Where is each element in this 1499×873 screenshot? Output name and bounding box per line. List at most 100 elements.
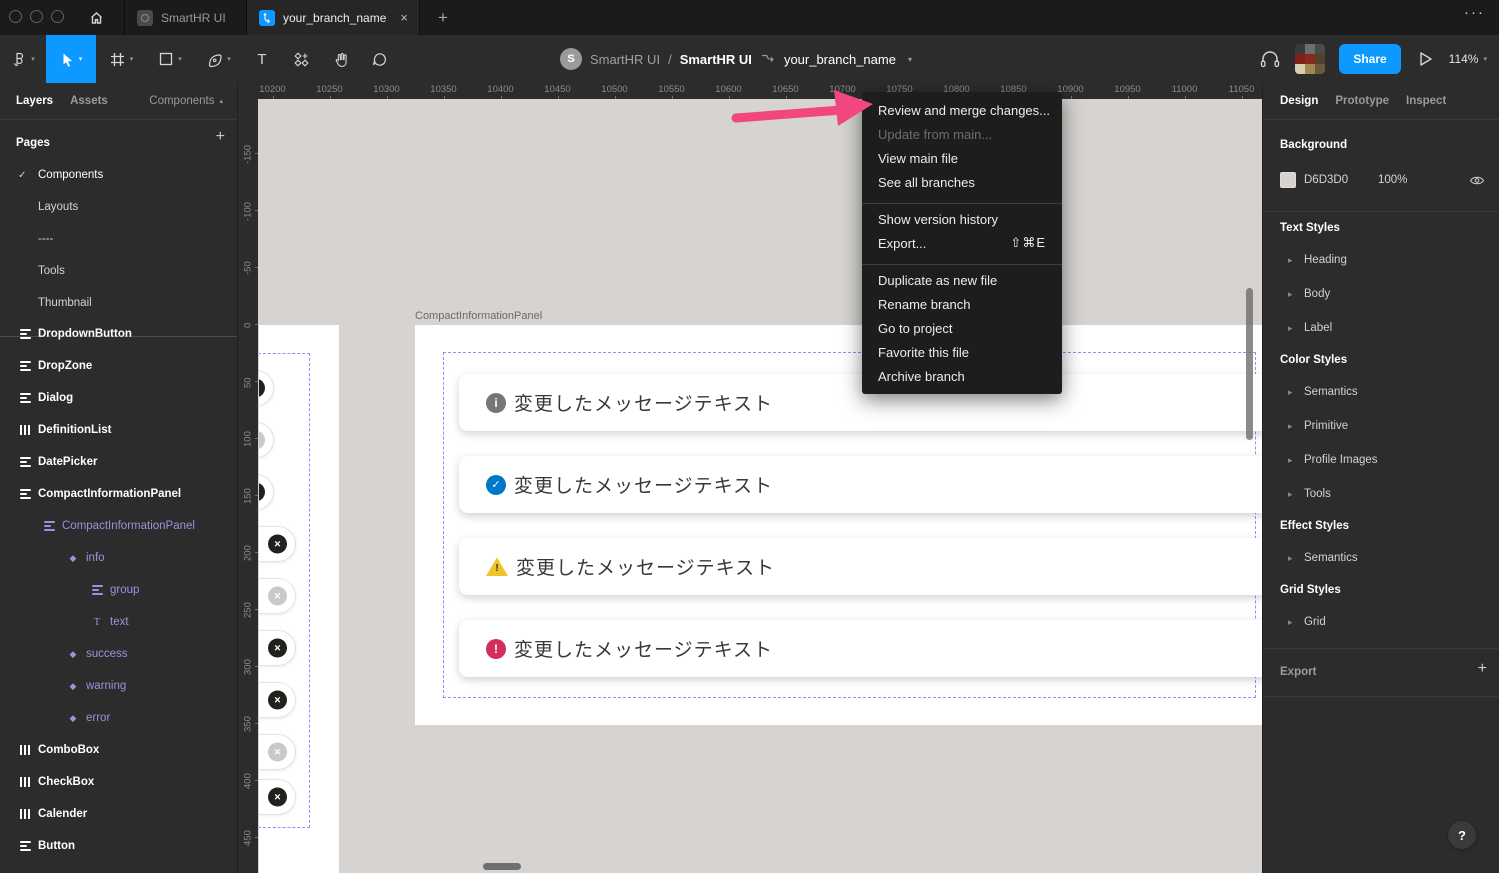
page-row[interactable]: ✓ Components xyxy=(0,159,237,191)
layer-row[interactable]: ◆ T DefinitionList xyxy=(0,414,237,446)
page-selector[interactable]: Components ▴ xyxy=(149,95,223,107)
chevron-right-icon[interactable]: ▸ xyxy=(1288,323,1304,334)
zoom-control[interactable]: 114% ▾ xyxy=(1449,52,1487,66)
chip[interactable]: × xyxy=(259,474,274,510)
message-card[interactable]: i ✓ ! ! 変更したメッセージテキスト xyxy=(459,456,1262,513)
audio-headphones-icon[interactable] xyxy=(1259,49,1281,69)
layer-row[interactable]: ◆ T Calender xyxy=(0,798,237,830)
window-zoom-button[interactable] xyxy=(51,10,64,23)
style-group-row[interactable]: ▸ Grid xyxy=(1263,605,1499,639)
chevron-down-icon[interactable]: ▾ xyxy=(908,55,912,64)
breadcrumb-file[interactable]: SmartHR UI xyxy=(680,52,752,67)
move-tool-button[interactable]: ▾ xyxy=(46,35,96,83)
chevron-right-icon[interactable]: ▸ xyxy=(1288,455,1304,466)
chevron-right-icon[interactable]: ▸ xyxy=(1288,387,1304,398)
chevron-right-icon[interactable]: ▸ xyxy=(1288,421,1304,432)
layer-row[interactable]: ◆ T error xyxy=(0,702,237,734)
menu-item[interactable]: Favorite this file xyxy=(862,340,1062,364)
new-tab-button[interactable]: + xyxy=(430,5,456,31)
layer-row[interactable]: ◆ T DatePicker xyxy=(0,446,237,478)
panel-tab[interactable]: Design xyxy=(1280,95,1318,107)
comment-tool-button[interactable] xyxy=(359,35,399,83)
close-icon[interactable]: × xyxy=(268,535,287,554)
user-avatar[interactable] xyxy=(1295,44,1325,74)
org-avatar[interactable]: S xyxy=(560,48,582,70)
visibility-toggle[interactable] xyxy=(1469,175,1485,186)
close-icon[interactable]: × xyxy=(400,10,408,25)
window-minimize-button[interactable] xyxy=(30,10,43,23)
menu-item[interactable]: See all branches xyxy=(862,170,1062,194)
menu-item[interactable]: Update from main... xyxy=(862,122,1062,146)
panel-tab[interactable]: Prototype xyxy=(1335,95,1389,107)
layer-row[interactable]: ◆ T CompactInformationPanel xyxy=(0,478,237,510)
layer-row[interactable]: ◆ T CheckBox xyxy=(0,766,237,798)
color-swatch[interactable] xyxy=(1280,172,1296,188)
layer-row[interactable]: ◆ T text xyxy=(0,606,237,638)
chip[interactable]: × xyxy=(259,630,296,666)
background-opacity[interactable]: 100% xyxy=(1378,174,1407,186)
menu-item[interactable]: Review and merge changes... xyxy=(862,98,1062,122)
style-group-row[interactable]: ▸ Tools xyxy=(1263,477,1499,511)
tab-layers[interactable]: Layers xyxy=(16,95,53,107)
chevron-right-icon[interactable]: ▸ xyxy=(1288,617,1304,628)
message-card[interactable]: i ✓ ! ! 変更したメッセージテキスト xyxy=(459,538,1262,595)
page-row[interactable]: ✓ ---- xyxy=(0,223,237,255)
menu-item[interactable]: Go to project xyxy=(862,316,1062,340)
partial-frame[interactable]: × × × × × × × × xyxy=(259,325,339,873)
chevron-right-icon[interactable]: ▸ xyxy=(1288,289,1304,300)
close-icon[interactable]: × xyxy=(259,431,265,450)
add-page-button[interactable]: + xyxy=(216,128,225,146)
close-icon[interactable]: × xyxy=(268,743,287,762)
chevron-right-icon[interactable]: ▸ xyxy=(1288,553,1304,564)
layer-row[interactable]: ◆ T success xyxy=(0,638,237,670)
style-group-row[interactable]: ▸ Label xyxy=(1263,311,1499,345)
window-overflow-button[interactable]: ··· xyxy=(1464,4,1485,21)
tab-assets[interactable]: Assets xyxy=(70,95,108,107)
close-icon[interactable]: × xyxy=(268,639,287,658)
style-group-row[interactable]: ▸ Primitive xyxy=(1263,409,1499,443)
component-frame[interactable]: i ✓ ! ! 変更したメッセージテキスト i ✓ ! ! 変更したメッセージテ… xyxy=(415,325,1262,725)
layer-row[interactable]: ◆ T Button xyxy=(0,830,237,862)
file-tab-smarthr-ui[interactable]: SmartHR UI xyxy=(125,0,238,35)
chip[interactable]: × xyxy=(259,370,274,406)
main-menu-button[interactable]: ▾ xyxy=(0,35,46,83)
text-tool-button[interactable]: T xyxy=(243,35,281,83)
close-icon[interactable]: × xyxy=(268,587,287,606)
home-button[interactable] xyxy=(84,6,108,29)
chip[interactable]: × xyxy=(259,779,296,815)
layer-row[interactable]: ◆ T Dialog xyxy=(0,382,237,414)
vertical-scrollbar[interactable] xyxy=(1246,288,1253,440)
frame-tool-button[interactable]: ▾ xyxy=(96,35,146,83)
pen-tool-button[interactable]: ▾ xyxy=(194,35,243,83)
chip[interactable]: × xyxy=(259,422,274,458)
component-tool-button[interactable] xyxy=(281,35,321,83)
shape-tool-button[interactable]: ▾ xyxy=(146,35,194,83)
close-icon[interactable]: × xyxy=(259,379,265,398)
chevron-right-icon[interactable]: ▸ xyxy=(1288,489,1304,500)
menu-item[interactable] xyxy=(862,194,1062,207)
layer-row[interactable]: ◆ T CompactInformationPanel xyxy=(0,510,237,542)
layer-row[interactable]: ◆ T ComboBox xyxy=(0,734,237,766)
present-play-icon[interactable] xyxy=(1415,49,1435,69)
style-group-row[interactable]: ▸ Profile Images xyxy=(1263,443,1499,477)
message-card[interactable]: i ✓ ! ! 変更したメッセージテキスト xyxy=(459,620,1262,677)
hand-tool-button[interactable] xyxy=(321,35,359,83)
style-group-row[interactable]: ▸ Body xyxy=(1263,277,1499,311)
menu-item[interactable]: Show version history xyxy=(862,207,1062,231)
layer-row[interactable]: ◆ T group xyxy=(0,574,237,606)
panel-tab[interactable]: Inspect xyxy=(1406,95,1446,107)
menu-item[interactable]: Duplicate as new file xyxy=(862,268,1062,292)
menu-item[interactable]: View main file xyxy=(862,146,1062,170)
share-button[interactable]: Share xyxy=(1339,44,1400,74)
window-close-button[interactable] xyxy=(9,10,22,23)
page-row[interactable]: ✓ Layouts xyxy=(0,191,237,223)
layer-row[interactable]: ◆ T DropdownButton xyxy=(0,318,237,350)
style-group-row[interactable]: ▸ Semantics xyxy=(1263,541,1499,575)
chevron-right-icon[interactable]: ▸ xyxy=(1288,255,1304,266)
horizontal-scrollbar[interactable] xyxy=(483,863,521,870)
layer-row[interactable]: ◆ T DropZone xyxy=(0,350,237,382)
layer-row[interactable]: ◆ T info xyxy=(0,542,237,574)
menu-item[interactable]: Export... ⇧⌘E xyxy=(862,231,1062,255)
style-group-row[interactable]: ▸ Semantics xyxy=(1263,375,1499,409)
help-button[interactable]: ? xyxy=(1448,821,1476,849)
